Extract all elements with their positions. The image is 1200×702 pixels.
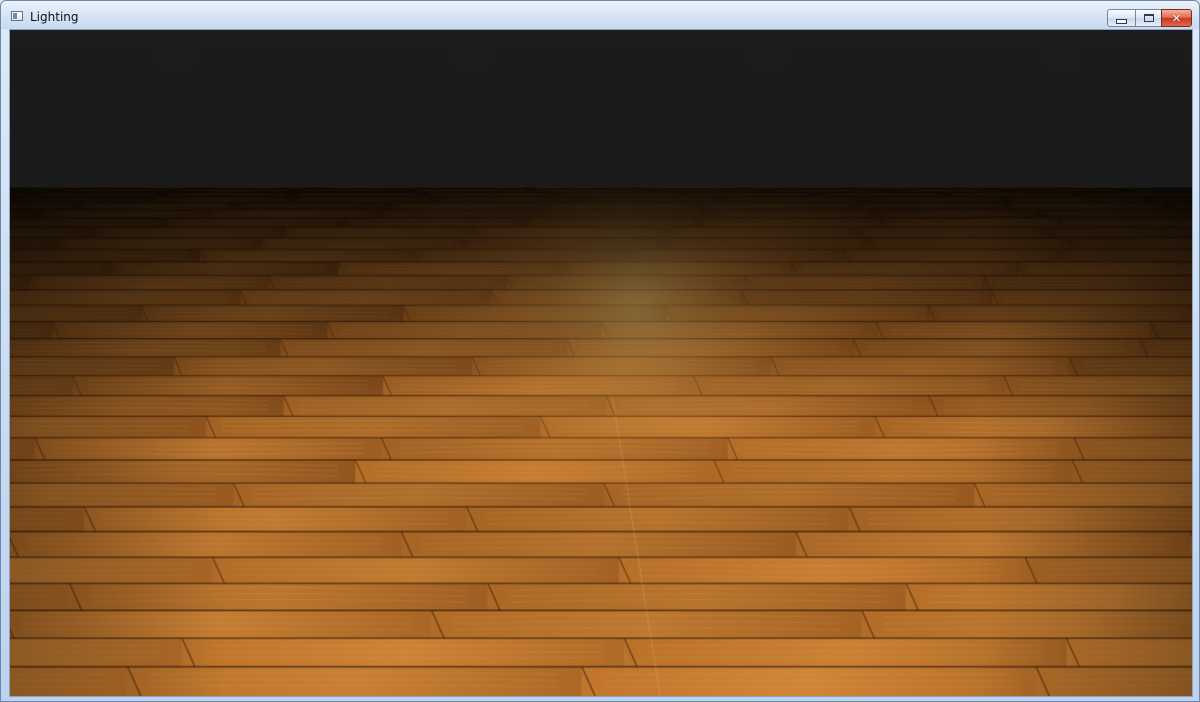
- close-button[interactable]: ✕: [1161, 9, 1192, 27]
- wood-floor-lighting-scene: [10, 30, 1192, 696]
- app-window-icon: [11, 11, 23, 21]
- render-viewport[interactable]: [9, 29, 1193, 697]
- close-icon: ✕: [1171, 11, 1182, 25]
- title-bar[interactable]: Lighting ✕: [1, 1, 1199, 29]
- maximize-icon: [1143, 14, 1154, 22]
- window-title: Lighting: [30, 10, 79, 24]
- application-window: Lighting ✕: [0, 0, 1200, 702]
- minimize-button[interactable]: [1107, 9, 1136, 27]
- window-caption-buttons: ✕: [1107, 9, 1192, 27]
- minimize-icon: [1116, 18, 1127, 24]
- maximize-button[interactable]: [1135, 9, 1162, 27]
